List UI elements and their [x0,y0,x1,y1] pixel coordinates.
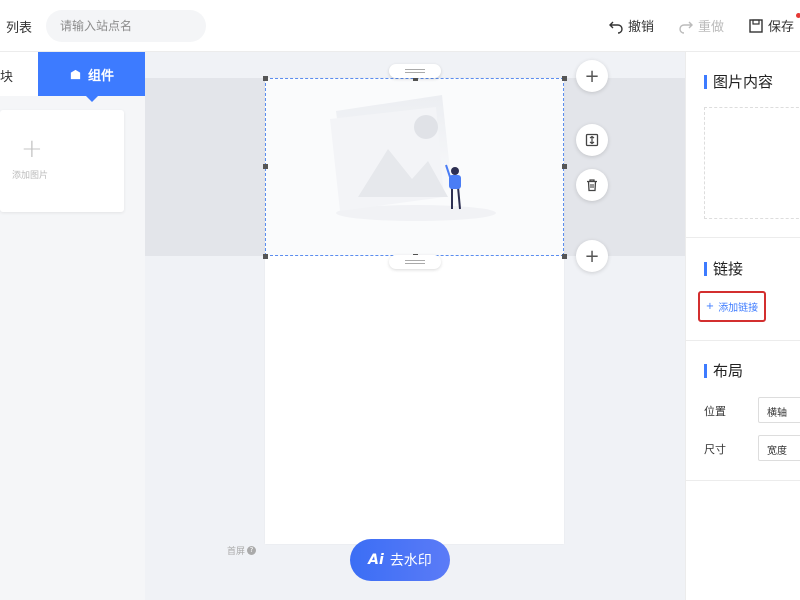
tab-blocks-label: 块 [0,70,14,85]
link-title: 链接 [713,260,744,278]
link-section-title: 链接 [704,258,743,279]
component-icon [70,69,81,79]
tab-blocks[interactable]: 块 [0,52,38,96]
add-image-card[interactable]: + 添加图片 [0,110,124,212]
tab-components[interactable]: 组件 [38,52,145,96]
resize-handle[interactable] [263,76,268,81]
resize-handle[interactable] [263,254,268,259]
add-link-label: 添加链接 [718,303,759,314]
section-accent-bar [704,261,707,276]
canvas-area: + + 首屏 ? Ai 去水印 [145,52,685,600]
tab-components-label: 组件 [87,68,114,84]
size-label: 尺寸 [704,443,726,456]
site-name-input[interactable] [46,10,206,42]
plus-icon: + [584,65,600,87]
section-divider [686,340,800,341]
list-link[interactable]: 列表 [6,17,32,36]
delete-block-button[interactable] [576,169,608,201]
active-tab-pointer [86,96,98,102]
left-panel: 块 组件 + 添加图片 [0,52,145,600]
drag-grip-icon [405,260,425,264]
first-screen-label: 首屏 [227,547,246,557]
plus-icon: + [21,134,43,164]
position-label: 位置 [704,405,726,418]
selected-image-block[interactable] [265,78,564,256]
add-block-below-button[interactable]: + [576,240,608,272]
undo-icon [609,21,623,34]
resize-handle[interactable] [263,164,268,169]
top-toolbar: 列表 撤销 重做 保存 [0,0,800,52]
drag-grip-icon [405,69,425,73]
add-link-button[interactable]: + 添加链接 [698,291,766,322]
block-settings-button[interactable] [576,124,608,156]
adjust-height-icon [585,133,599,147]
section-divider [686,480,800,481]
remove-watermark-label: 去水印 [389,553,432,569]
ai-icon: Ai [368,552,384,568]
save-icon [749,18,763,33]
image-content-title: 图片内容 [713,73,774,91]
add-image-label: 添加图片 [12,171,49,181]
section-accent-bar [704,363,707,378]
size-select[interactable]: 宽度 [758,435,800,461]
section-accent-bar [704,74,707,89]
resize-handle[interactable] [562,164,567,169]
drag-handle-top[interactable] [389,64,441,78]
undo-button[interactable]: 撤销 [608,16,654,35]
section-divider [686,237,800,238]
plus-icon: + [584,245,600,267]
save-label: 保存 [768,20,795,35]
remove-watermark-button[interactable]: Ai 去水印 [350,539,450,581]
layout-title: 布局 [713,362,744,380]
redo-button[interactable]: 重做 [678,16,724,35]
undo-label: 撤销 [628,20,655,35]
resize-handle[interactable] [562,254,567,259]
image-placeholder-illustration [330,95,496,221]
image-content-section-title: 图片内容 [704,71,773,92]
add-block-above-button[interactable]: + [576,60,608,92]
resize-handle[interactable] [562,76,567,81]
drag-handle-bottom[interactable] [389,255,441,269]
redo-icon [679,21,693,34]
unsaved-indicator-dot [796,13,800,18]
save-button[interactable]: 保存 [748,16,794,35]
first-screen-marker: 首屏 ? [227,544,257,557]
help-icon[interactable]: ? [247,546,257,555]
properties-panel: 图片内容 链接 + 添加链接 布局 位置 横轴 尺寸 宽度 [685,52,800,600]
position-select[interactable]: 横轴 [758,397,800,423]
image-upload-box[interactable] [704,107,800,219]
redo-label: 重做 [698,20,725,35]
trash-icon [587,179,597,192]
layout-section-title: 布局 [704,360,743,381]
plus-icon: + [705,301,715,312]
